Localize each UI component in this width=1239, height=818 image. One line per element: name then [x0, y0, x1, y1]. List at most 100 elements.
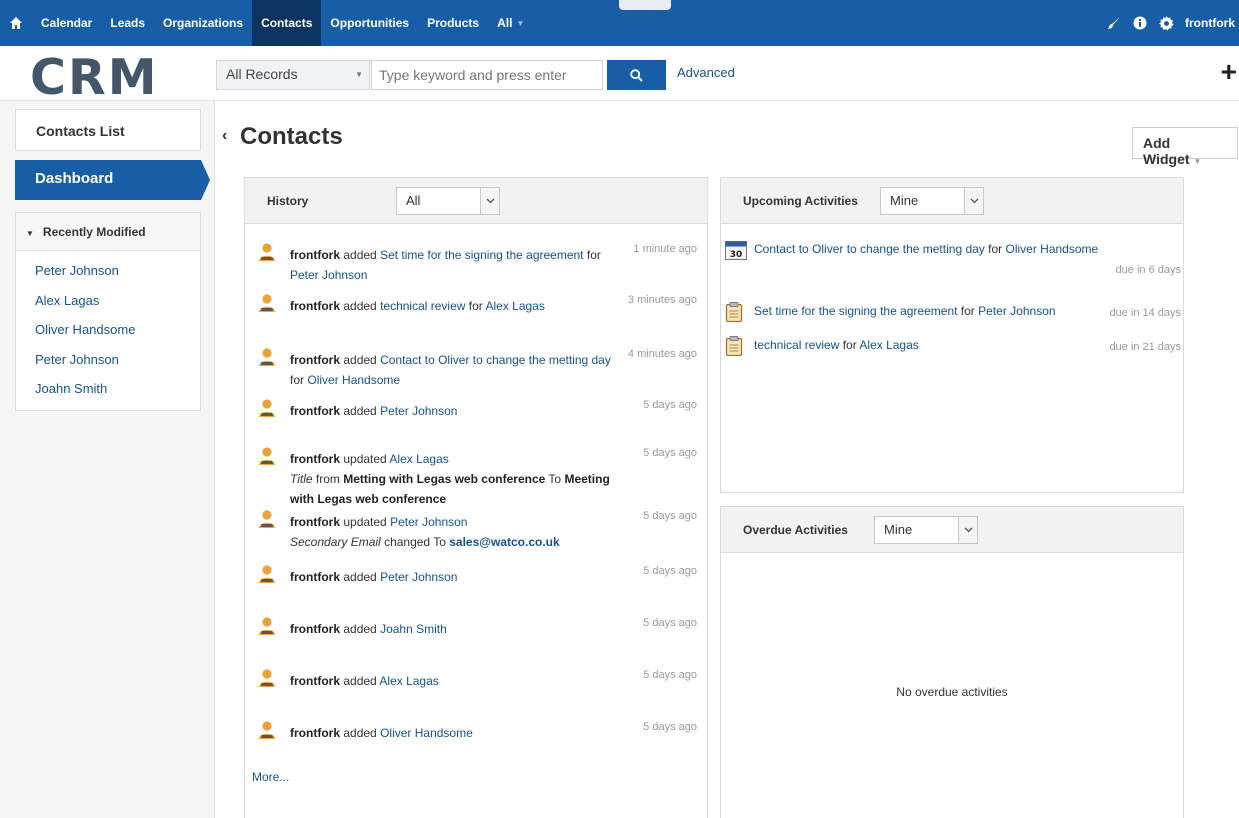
nav-leads[interactable]: Leads [101, 0, 154, 46]
svg-text:30: 30 [730, 250, 743, 260]
activity-for-label: for [960, 304, 975, 318]
history-item-text: frontfork added Set time for the signing… [290, 245, 620, 285]
search-button[interactable] [607, 60, 666, 90]
history-user: frontfork [290, 674, 340, 688]
sidebar-item-dashboard[interactable]: Dashboard [15, 160, 210, 200]
history-timestamp: 5 days ago [643, 565, 697, 577]
sidebar-item-dashboard-label: Dashboard [35, 170, 114, 187]
to-value-link[interactable]: sales@watco.co.uk [449, 535, 559, 549]
task-icon [725, 336, 743, 359]
collapse-sidebar-icon[interactable]: ‹ [222, 127, 227, 145]
changed-to-label: changed To [384, 535, 446, 549]
nav-products[interactable]: Products [418, 0, 488, 46]
recent-record-link[interactable]: Joahn Smith [35, 379, 181, 409]
nav-all-menu[interactable]: All ▼ [488, 0, 533, 46]
active-pointer [201, 160, 210, 200]
history-item-text: frontfork added Alex Lagas [290, 671, 620, 691]
activity-due-date: due in 6 days [1115, 264, 1181, 276]
search-scope-select[interactable]: All Records ▼ [216, 60, 370, 90]
history-target-link[interactable]: Oliver Handsome [380, 726, 473, 740]
overdue-activities-widget: Overdue Activities Mine No overdue activ… [720, 506, 1184, 818]
advanced-search-link[interactable]: Advanced [677, 65, 735, 80]
activity-related-link[interactable]: Peter Johnson [978, 304, 1055, 318]
home-icon[interactable] [0, 0, 32, 46]
history-widget-header: History All [245, 178, 707, 224]
nav-calendar[interactable]: Calendar [32, 0, 101, 46]
task-icon [725, 302, 743, 325]
history-target-link[interactable]: Alex Lagas [379, 674, 438, 688]
history-user: frontfork [290, 622, 340, 636]
top-navigation-bar: Calendar Leads Organizations Contacts Op… [0, 0, 1239, 46]
header-bar: CRM All Records ▼ Advanced + [0, 46, 1239, 106]
history-timestamp: 1 minute ago [633, 243, 697, 255]
history-target-link[interactable]: Peter Johnson [380, 404, 457, 418]
history-target-link[interactable]: technical review [380, 299, 465, 313]
history-user: frontfork [290, 353, 340, 367]
history-timestamp: 5 days ago [643, 617, 697, 629]
user-avatar-icon [257, 509, 277, 532]
brush-icon[interactable] [1101, 16, 1127, 30]
history-user: frontfork [290, 570, 340, 584]
history-timestamp: 5 days ago [643, 447, 697, 459]
search-input[interactable] [371, 60, 603, 90]
user-avatar-icon [257, 564, 277, 587]
recently-modified-toggle[interactable]: ▼ Recently Modified [16, 213, 200, 251]
history-target-link[interactable]: Joahn Smith [380, 622, 447, 636]
info-icon[interactable] [1127, 16, 1153, 30]
history-target-link[interactable]: Contact to Oliver to change the metting … [380, 353, 611, 367]
nav-contacts[interactable]: Contacts [252, 0, 322, 46]
nav-organizations[interactable]: Organizations [154, 0, 252, 46]
history-user: frontfork [290, 248, 340, 262]
history-user: frontfork [290, 515, 340, 529]
history-change-detail: Title from Metting with Legas web confer… [290, 469, 620, 509]
collapse-header-handle[interactable] [619, 0, 671, 10]
upcoming-title: Upcoming Activities [743, 194, 858, 208]
activity-subject-link[interactable]: Set time for the signing the agreement [754, 304, 957, 318]
activity-subject-link[interactable]: Contact to Oliver to change the metting … [754, 242, 985, 256]
history-related-link[interactable]: Oliver Handsome [307, 373, 400, 387]
history-more-link[interactable]: More... [252, 770, 289, 784]
history-target-link[interactable]: Peter Johnson [390, 515, 467, 529]
activity-for-label: for [988, 242, 1003, 256]
user-avatar-icon [257, 398, 277, 421]
caret-down-icon: ▼ [26, 229, 34, 238]
history-action: added [343, 570, 377, 584]
history-item-text: frontfork updated Alex Lagas Title from M… [290, 449, 620, 509]
sidebar-item-contacts-list[interactable]: Contacts List [15, 109, 201, 151]
sidebar: Contacts List Dashboard ▼ Recently Modifi… [0, 101, 215, 818]
history-timestamp: 5 days ago [643, 669, 697, 681]
history-related-link[interactable]: Peter Johnson [290, 268, 367, 282]
crm-logo[interactable]: CRM [30, 49, 158, 106]
user-avatar-icon [257, 293, 277, 316]
user-menu[interactable]: frontfork [1179, 16, 1239, 30]
history-related-link[interactable]: Alex Lagas [485, 299, 544, 313]
upcoming-filter-select[interactable]: Mine [880, 187, 984, 215]
activity-related-link[interactable]: Alex Lagas [859, 338, 918, 352]
history-filter-select[interactable]: All [396, 187, 500, 215]
nav-opportunities[interactable]: Opportunities [321, 0, 418, 46]
recent-record-link[interactable]: Alex Lagas [35, 291, 181, 321]
activity-subject-link[interactable]: technical review [754, 338, 839, 352]
recent-record-link[interactable]: Peter Johnson [35, 261, 181, 291]
history-item-text: frontfork added Peter Johnson [290, 567, 620, 587]
history-item-text: frontfork updated Peter Johnson Secondary… [290, 512, 620, 552]
history-action: updated [343, 515, 387, 529]
add-widget-label: Add Widget [1143, 135, 1190, 167]
add-widget-button[interactable]: Add Widget ▼ [1132, 127, 1238, 167]
nav-opportunities-label: Opportunities [330, 16, 410, 30]
upcoming-activity-text: technical review for Alex Lagas [754, 338, 919, 352]
gear-icon[interactable] [1153, 15, 1179, 31]
upcoming-activities-widget: Upcoming Activities Mine 30 Contact to Ol… [720, 177, 1184, 493]
history-action: added [343, 248, 377, 262]
history-target-link[interactable]: Set time for the signing the agreement [380, 248, 583, 262]
activity-related-link[interactable]: Oliver Handsome [1006, 242, 1099, 256]
history-action: added [343, 674, 377, 688]
nav-all-label: All [497, 16, 513, 30]
recent-record-link[interactable]: Oliver Handsome [35, 320, 181, 350]
overdue-filter-select[interactable]: Mine [874, 516, 978, 544]
history-target-link[interactable]: Peter Johnson [380, 570, 457, 584]
history-item-text: frontfork added Oliver Handsome [290, 723, 620, 743]
history-target-link[interactable]: Alex Lagas [389, 452, 448, 466]
quick-create-button[interactable]: + [1221, 58, 1237, 86]
recent-record-link[interactable]: Peter Johnson [35, 350, 181, 380]
